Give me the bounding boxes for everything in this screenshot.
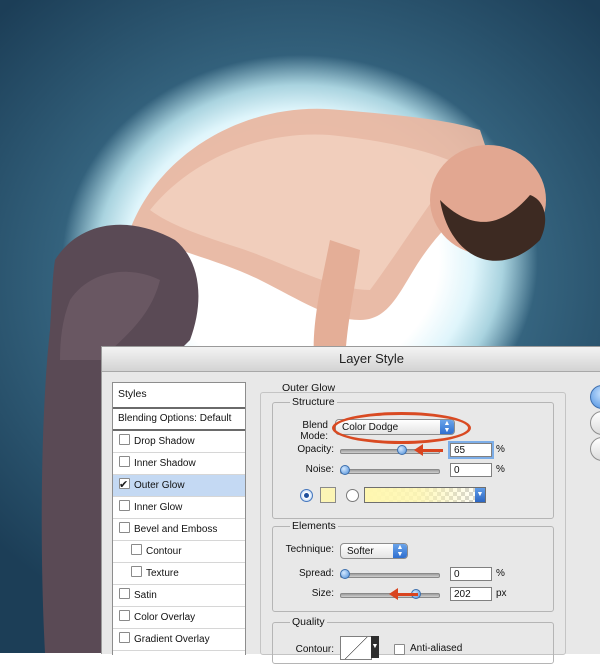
gradient-radio[interactable]	[346, 489, 359, 502]
glow-gradient-picker[interactable]: ▼	[364, 487, 486, 503]
opacity-input[interactable]: 65	[450, 443, 492, 457]
style-item-gradient-overlay[interactable]: Gradient Overlay	[113, 629, 245, 651]
blending-options-item[interactable]: Blending Options: Default	[113, 409, 245, 431]
outer-glow-checkbox[interactable]	[119, 475, 130, 496]
style-item-drop-shadow[interactable]: Drop Shadow	[113, 431, 245, 453]
contour-label: Contour:	[295, 644, 334, 655]
style-item-label: Contour	[146, 546, 182, 557]
cancel-button[interactable]	[590, 411, 600, 435]
technique-value: Softer	[347, 546, 374, 557]
style-item-label: Inner Shadow	[134, 458, 196, 469]
style-item-outer-glow[interactable]: Outer Glow	[113, 475, 245, 497]
dialog-title: Layer Style	[338, 351, 405, 366]
size-label: Size:	[311, 588, 334, 599]
style-item-bevel-emboss[interactable]: Bevel and Emboss	[113, 519, 245, 541]
chevron-down-icon: ▼	[475, 488, 485, 502]
size-input[interactable]: 202	[450, 587, 492, 601]
style-item-label: Satin	[134, 590, 157, 601]
quality-title: Quality	[290, 616, 327, 628]
noise-label: Noise:	[305, 464, 334, 475]
style-item-label: Bevel and Emboss	[134, 524, 218, 535]
style-item-texture[interactable]: Texture	[113, 563, 245, 585]
dialog-titlebar[interactable]: Layer Style	[102, 347, 600, 372]
style-item-satin[interactable]: Satin	[113, 585, 245, 607]
style-item-label: Outer Glow	[134, 480, 185, 491]
anti-aliased-label: Anti-aliased	[410, 643, 463, 654]
ok-button[interactable]	[590, 385, 600, 409]
size-unit: px	[496, 588, 507, 599]
blend-mode-label: Blend Mode:	[300, 420, 328, 442]
noise-input[interactable]: 0	[450, 463, 492, 477]
styles-header[interactable]: Styles	[113, 383, 245, 409]
style-item-color-overlay[interactable]: Color Overlay	[113, 607, 245, 629]
texture-checkbox[interactable]	[131, 566, 142, 577]
satin-checkbox[interactable]	[119, 588, 130, 599]
chevron-down-icon[interactable]: ▼	[371, 636, 379, 658]
color-overlay-checkbox[interactable]	[119, 610, 130, 621]
gradient-overlay-checkbox[interactable]	[119, 632, 130, 643]
noise-slider-thumb[interactable]	[340, 465, 350, 475]
style-item-inner-shadow[interactable]: Inner Shadow	[113, 453, 245, 475]
style-item-label: Gradient Overlay	[134, 634, 210, 645]
contour-checkbox[interactable]	[131, 544, 142, 555]
technique-select[interactable]: Softer ▲ ▼	[340, 543, 408, 559]
style-item-contour[interactable]: Contour	[113, 541, 245, 563]
glow-color-swatch[interactable]	[320, 487, 336, 503]
anti-aliased-checkbox[interactable]	[394, 644, 405, 655]
spread-slider-thumb[interactable]	[340, 569, 350, 579]
outer-glow-panel: Outer Glow Structure Blend Mode: Color D…	[260, 382, 566, 664]
bevel-emboss-checkbox[interactable]	[119, 522, 130, 533]
structure-title: Structure	[290, 396, 337, 408]
new-style-button[interactable]	[590, 437, 600, 461]
annotation-arrow-opacity	[414, 444, 443, 456]
style-item-label: Color Overlay	[134, 612, 196, 623]
opacity-unit: %	[496, 444, 505, 455]
technique-label: Technique:	[285, 544, 334, 555]
style-item-label: Drop Shadow	[134, 436, 195, 447]
opacity-label: Opacity:	[297, 444, 334, 455]
layer-style-dialog: Layer Style Styles Blending Options: Def…	[101, 346, 600, 664]
spread-unit: %	[496, 568, 505, 579]
drop-shadow-checkbox[interactable]	[119, 434, 130, 445]
updown-arrows-icon: ▲ ▼	[393, 544, 407, 558]
elements-title: Elements	[290, 520, 338, 532]
noise-slider-track[interactable]	[340, 469, 440, 474]
contour-picker[interactable]	[340, 636, 372, 660]
styles-list: Styles Blending Options: Default Drop Sh…	[112, 382, 246, 655]
spread-slider-track[interactable]	[340, 573, 440, 578]
style-item-inner-glow[interactable]: Inner Glow	[113, 497, 245, 519]
style-item-label: Inner Glow	[134, 502, 183, 513]
annotation-ellipse	[332, 412, 471, 444]
style-item-label: Texture	[146, 568, 179, 579]
inner-shadow-checkbox[interactable]	[119, 456, 130, 467]
noise-unit: %	[496, 464, 505, 475]
annotation-arrow-size	[389, 588, 418, 600]
inner-glow-checkbox[interactable]	[119, 500, 130, 511]
solid-color-radio[interactable]	[300, 489, 313, 502]
spread-input[interactable]: 0	[450, 567, 492, 581]
spread-label: Spread:	[298, 568, 334, 579]
